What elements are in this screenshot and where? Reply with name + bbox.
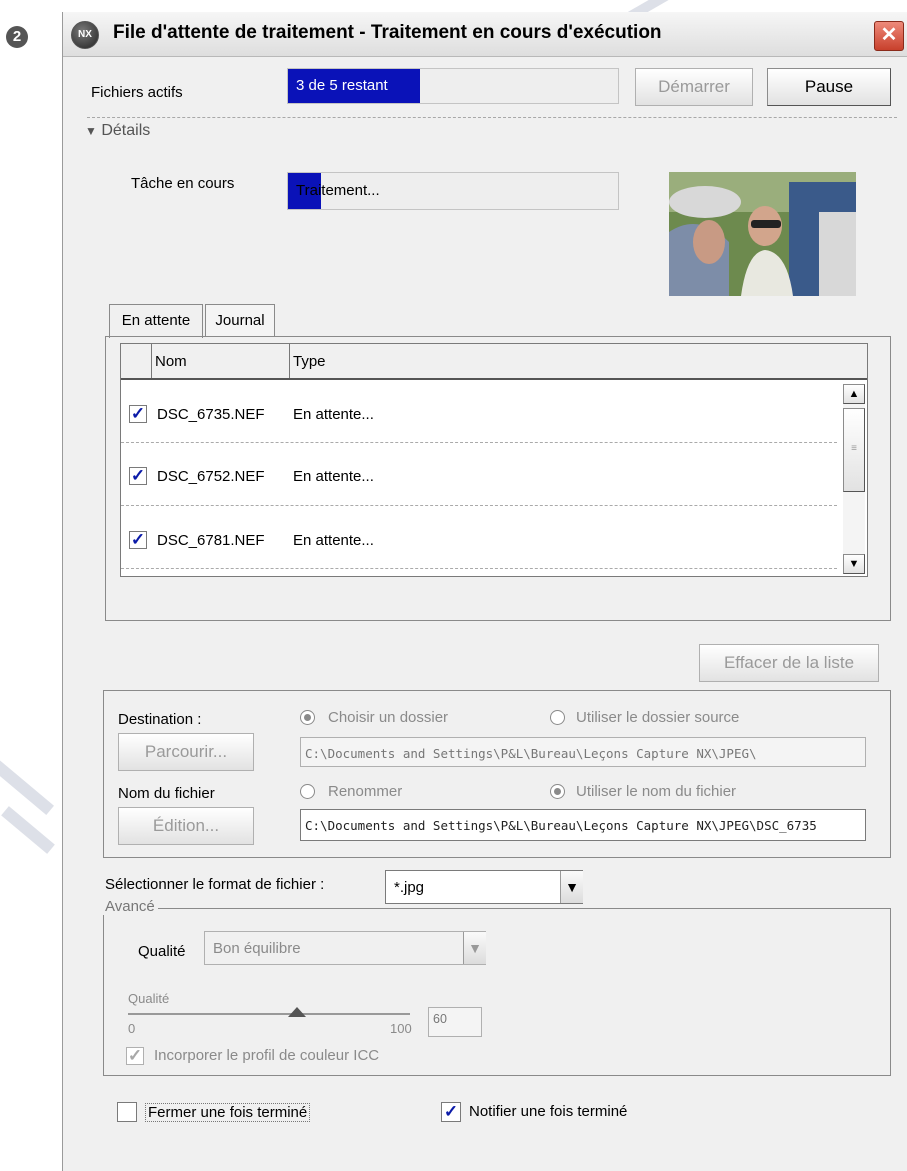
- table-row[interactable]: ✓ DSC_6735.NEF En attente...: [121, 380, 837, 443]
- nx-logo-icon: NX: [71, 21, 99, 49]
- table-row[interactable]: ✓ DSC_6781.NEF En attente...: [121, 506, 837, 569]
- edit-button[interactable]: Édition...: [118, 807, 254, 845]
- scroll-down-button[interactable]: ▼: [843, 554, 865, 574]
- radio-rename-label: Renommer: [328, 783, 403, 800]
- pause-button[interactable]: Pause: [767, 68, 891, 106]
- active-files-progress: 3 de 5 restant: [287, 68, 619, 104]
- list-header: Nom Type: [121, 344, 867, 380]
- progress-text: Traitement...: [296, 182, 380, 199]
- window-title: File d'attente de traitement - Traitemen…: [113, 22, 662, 43]
- slider-max-label: 100: [390, 1021, 412, 1036]
- clear-list-button[interactable]: Effacer de la liste: [699, 644, 879, 682]
- details-label: Détails: [101, 122, 151, 139]
- tab-journal[interactable]: Journal: [205, 304, 275, 336]
- chevron-down-icon[interactable]: ▼: [463, 932, 486, 964]
- radio-button[interactable]: [550, 710, 565, 725]
- radio-button[interactable]: [300, 784, 315, 799]
- close-when-done-label: Fermer une fois terminé: [145, 1103, 311, 1122]
- row-type: En attente...: [293, 468, 374, 485]
- browse-button[interactable]: Parcourir...: [118, 733, 254, 771]
- destination-path-field[interactable]: C:\Documents and Settings\P&L\Bureau\Leç…: [300, 737, 866, 767]
- quality-label: Qualité: [138, 943, 186, 960]
- row-checkbox[interactable]: ✓: [129, 405, 147, 423]
- icc-checkbox[interactable]: ✓: [126, 1047, 144, 1065]
- scroll-up-button[interactable]: ▲: [843, 384, 865, 404]
- radio-use-source-label: Utiliser le dossier source: [576, 709, 740, 726]
- row-name: DSC_6735.NEF: [157, 406, 265, 423]
- column-divider: [289, 344, 290, 378]
- quality-slider-track[interactable]: [128, 1007, 410, 1017]
- row-name: DSC_6752.NEF: [157, 468, 265, 485]
- row-type: En attente...: [293, 532, 374, 549]
- file-format-value: *.jpg: [394, 879, 425, 896]
- radio-button[interactable]: [550, 784, 565, 799]
- advanced-group: Avancé Qualité Bon équilibre ▼ Qualité 0…: [102, 898, 891, 1076]
- notify-when-done-checkbox[interactable]: ✓: [441, 1102, 461, 1122]
- destination-group: Destination : Choisir un dossier Utilise…: [103, 690, 891, 858]
- radio-button[interactable]: [300, 710, 315, 725]
- processing-queue-window: NX File d'attente de traitement - Traite…: [62, 12, 907, 1171]
- icc-label: Incorporer le profil de couleur ICC: [154, 1047, 380, 1064]
- radio-choose-folder-label: Choisir un dossier: [328, 709, 449, 726]
- file-format-select[interactable]: *.jpg ▼: [385, 870, 583, 904]
- queue-list[interactable]: Nom Type ✓ DSC_6735.NEF En attente... ✓ …: [120, 343, 868, 577]
- quality-value-field[interactable]: 60: [428, 1007, 482, 1037]
- vertical-scrollbar[interactable]: ▲ ≡ ▼: [843, 384, 865, 574]
- advanced-legend: Avancé: [102, 898, 158, 915]
- column-header-name[interactable]: Nom: [155, 353, 187, 370]
- close-when-done-checkbox[interactable]: [117, 1102, 137, 1122]
- current-task-progress: Traitement...: [287, 172, 619, 210]
- active-files-label: Fichiers actifs: [91, 84, 183, 101]
- column-divider: [151, 344, 152, 378]
- current-task-label: Tâche en cours: [131, 175, 235, 192]
- destination-label: Destination :: [118, 711, 202, 728]
- filename-path-field[interactable]: C:\Documents and Settings\P&L\Bureau\Leç…: [300, 809, 866, 841]
- start-button[interactable]: Démarrer: [635, 68, 753, 106]
- details-toggle[interactable]: ▼ Détails: [85, 122, 150, 140]
- row-name: DSC_6781.NEF: [157, 532, 265, 549]
- preview-thumbnail: [669, 172, 856, 296]
- row-type: En attente...: [293, 406, 374, 423]
- watermark-stroke: [0, 735, 54, 815]
- triangle-down-icon: ▼: [85, 124, 97, 138]
- tab-en-attente[interactable]: En attente: [109, 304, 203, 338]
- progress-text: 3 de 5 restant: [296, 77, 388, 94]
- row-checkbox[interactable]: ✓: [129, 467, 147, 485]
- close-button[interactable]: ✕: [874, 21, 904, 51]
- column-header-type[interactable]: Type: [293, 353, 326, 370]
- row-checkbox[interactable]: ✓: [129, 531, 147, 549]
- slider-label: Qualité: [128, 991, 170, 1006]
- scroll-thumb[interactable]: ≡: [843, 408, 865, 492]
- quality-preset-select[interactable]: Bon équilibre ▼: [204, 931, 486, 965]
- chevron-down-icon[interactable]: ▼: [560, 871, 583, 903]
- step-number-badge: 2: [6, 26, 28, 48]
- separator: [87, 117, 897, 118]
- file-format-label: Sélectionner le format de fichier :: [105, 876, 325, 893]
- radio-use-filename-label: Utiliser le nom du fichier: [576, 783, 737, 800]
- tab-panel: Nom Type ✓ DSC_6735.NEF En attente... ✓ …: [105, 336, 891, 621]
- table-row[interactable]: ✓ DSC_6752.NEF En attente...: [121, 443, 837, 506]
- slider-min-label: 0: [128, 1021, 136, 1036]
- notify-when-done-label: Notifier une fois terminé: [469, 1103, 628, 1120]
- quality-preset-value: Bon équilibre: [213, 940, 301, 957]
- quality-slider-thumb[interactable]: [288, 1007, 307, 1017]
- title-bar[interactable]: NX File d'attente de traitement - Traite…: [63, 12, 907, 57]
- filename-label: Nom du fichier: [118, 785, 215, 802]
